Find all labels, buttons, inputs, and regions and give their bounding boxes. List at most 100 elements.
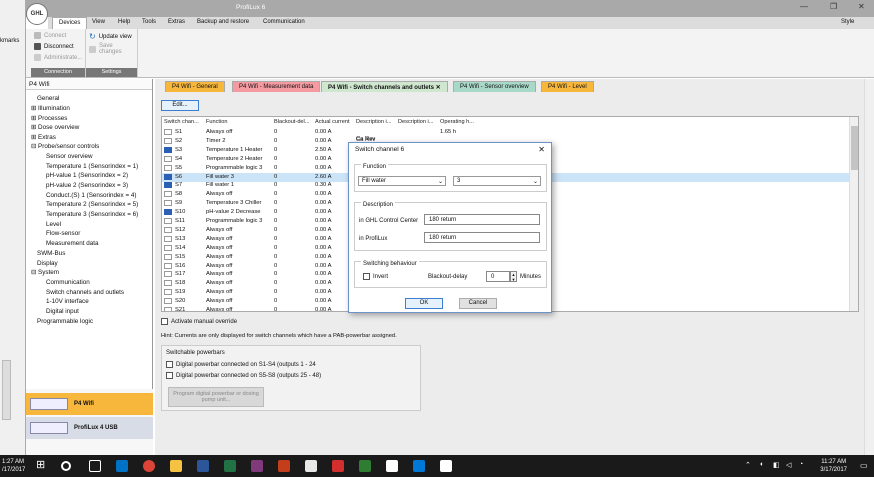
tab-general[interactable]: P4 Wifi - General (165, 81, 225, 92)
close-icon[interactable]: ✕ (858, 2, 865, 11)
nav-digital-input[interactable]: Digital input (46, 308, 79, 315)
grid-scrollbar-thumb[interactable] (851, 126, 858, 170)
nav-processes[interactable]: ⊞ Processes (31, 115, 67, 122)
menu-communication[interactable]: Communication (263, 19, 305, 25)
cancel-button[interactable]: Cancel (459, 298, 497, 309)
nav-system[interactable]: ⊟ System (31, 269, 59, 276)
table-row[interactable]: S1 Always off 0 0.00 A 1.65 h (162, 128, 852, 137)
app-icon[interactable] (278, 460, 290, 472)
update-view-button[interactable]: ↻ Update view (89, 32, 132, 41)
menu-view[interactable]: View (92, 19, 105, 25)
powerbar-2-checkbox[interactable] (166, 372, 173, 379)
ghl-active-icon[interactable] (440, 460, 452, 472)
dialog-close-icon[interactable]: ✕ (538, 145, 545, 154)
nav-ph-value-1[interactable]: pH-value 1 (Sensorindex = 2) (46, 172, 128, 179)
col-header[interactable]: Description i... (398, 119, 433, 125)
nav-dose-overview[interactable]: ⊞ Dose overview (31, 124, 79, 131)
profilux-description-input[interactable]: 180 return (424, 232, 540, 243)
program-powerbar-button[interactable]: Program digital powerbar or dosing pump … (168, 387, 264, 407)
chrome-icon[interactable] (143, 460, 155, 472)
task-view-icon[interactable] (89, 460, 101, 472)
nav-extras[interactable]: ⊞ Extras (31, 134, 56, 141)
device-profilux-4-usb[interactable]: ProfiLux 4 USB (26, 417, 153, 439)
app-logo[interactable]: GHL (26, 3, 48, 25)
nav-temperature-1[interactable]: Temperature 1 (Sensorindex = 1) (46, 163, 138, 170)
tab-measurement-data[interactable]: P4 Wifi - Measurement data (232, 81, 321, 92)
col-header[interactable]: Function (206, 119, 227, 125)
content-scrollbar[interactable] (864, 79, 874, 455)
taskbar-clock[interactable]: 11:27 AM 3/17/2017 (820, 458, 847, 474)
nav-illumination[interactable]: ⊞ Illumination (31, 105, 70, 112)
tray-icon[interactable]: ◐ (760, 461, 764, 468)
tab-switch-channels[interactable]: P4 Wifi - Switch channels and outlets ✕ (321, 81, 448, 92)
menu-backup-restore[interactable]: Backup and restore (197, 19, 249, 25)
save-changes-button[interactable]: Save changes (89, 43, 137, 55)
background-scrollbar[interactable] (2, 360, 11, 420)
ok-button[interactable]: OK (405, 298, 443, 309)
nav-flow-sensor[interactable]: Flow-sensor (46, 230, 80, 237)
style-menu[interactable]: Style (841, 19, 854, 25)
nav-level[interactable]: Level (46, 221, 61, 228)
menu-extras[interactable]: Extras (168, 19, 185, 25)
tray-icon[interactable]: ◧ (773, 461, 780, 469)
search-icon[interactable] (61, 461, 71, 471)
app-icon[interactable] (332, 460, 344, 472)
edit-button[interactable]: Edit... (161, 100, 199, 111)
app-icon[interactable] (359, 460, 371, 472)
nav-communication[interactable]: Communication (46, 279, 90, 286)
col-header[interactable]: Actual current (315, 119, 350, 125)
col-header[interactable]: Description i... (356, 119, 391, 125)
col-header[interactable]: Switch chan... (164, 119, 199, 125)
maximize-icon[interactable]: ❐ (830, 2, 837, 11)
network-icon[interactable]: ◔ (799, 461, 803, 468)
nav-probe-sensor-controls[interactable]: ⊟ Probe/sensor controls (31, 143, 99, 150)
tab-sensor-overview[interactable]: P4 Wifi - Sensor overview (453, 81, 536, 92)
col-header[interactable]: Blackout-del... (274, 119, 309, 125)
folder-icon[interactable] (170, 460, 182, 472)
nav-display[interactable]: Display (37, 260, 58, 267)
nav-measurement-data[interactable]: Measurement data (46, 240, 99, 247)
minimize-icon[interactable]: — (800, 2, 808, 11)
app-icon[interactable] (305, 460, 317, 472)
menu-devices[interactable]: Devices (52, 17, 88, 29)
function-select[interactable]: Fill water ⌄ (358, 176, 446, 186)
device-p4-wifi[interactable]: P4 Wifi (26, 393, 153, 415)
onenote-icon[interactable] (251, 460, 263, 472)
volume-icon[interactable]: ◁ (786, 461, 791, 469)
manual-override[interactable]: Activate manual override (161, 318, 237, 325)
app-icon[interactable] (413, 460, 425, 472)
blackout-delay-input[interactable]: 0 (486, 271, 510, 282)
powerbar-1-checkbox[interactable] (166, 361, 173, 368)
ghl-icon[interactable] (386, 460, 398, 472)
powerbar-2[interactable]: Digital powerbar connected on S5-S8 (out… (166, 372, 321, 379)
ghl-description-input[interactable]: 180 return (424, 214, 540, 225)
nav-conductivity-1[interactable]: Conduct.(S) 1 (Sensorindex = 4) (46, 192, 136, 199)
menu-tools[interactable]: Tools (142, 19, 156, 25)
nav-swm-bus[interactable]: SWM-Bus (37, 250, 65, 257)
blackout-delay-spinner[interactable]: ▲ ▼ (510, 271, 517, 282)
nav-temperature-3[interactable]: Temperature 3 (Sensorindex = 6) (46, 211, 138, 218)
excel-icon[interactable] (224, 460, 236, 472)
nav-1-10v-interface[interactable]: 1-10V interface (46, 298, 89, 305)
tab-close-icon[interactable]: ✕ (436, 85, 441, 91)
invert-checkbox[interactable] (363, 273, 370, 280)
outlook-icon[interactable] (116, 460, 128, 472)
connect-button[interactable]: Connect (34, 32, 66, 39)
manual-override-checkbox[interactable] (161, 318, 168, 325)
nav-programmable-logic[interactable]: Programmable logic (37, 318, 93, 325)
invert-option[interactable]: Invert (363, 273, 388, 280)
start-icon[interactable]: ⊞ (36, 458, 48, 471)
nav-ph-value-2[interactable]: pH-value 2 (Sensorindex = 3) (46, 182, 128, 189)
nav-switch-channels[interactable]: Switch channels and outlets (46, 289, 124, 296)
word-icon[interactable] (197, 460, 209, 472)
notification-icon[interactable]: ▭ (860, 461, 868, 470)
nav-temperature-2[interactable]: Temperature 2 (Sensorindex = 5) (46, 201, 138, 208)
system-tray-icon[interactable]: ⌃ (745, 461, 751, 469)
disconnect-button[interactable]: Disconnect (34, 43, 74, 50)
grid-scrollbar[interactable] (849, 117, 858, 311)
function-index-select[interactable]: 3 ⌄ (453, 176, 541, 186)
menu-help[interactable]: Help (118, 19, 130, 25)
tab-level[interactable]: P4 Wifi - Level (541, 81, 594, 92)
nav-sensor-overview[interactable]: Sensor overview (46, 153, 93, 160)
administrate-button[interactable]: Administrate... (34, 54, 82, 61)
